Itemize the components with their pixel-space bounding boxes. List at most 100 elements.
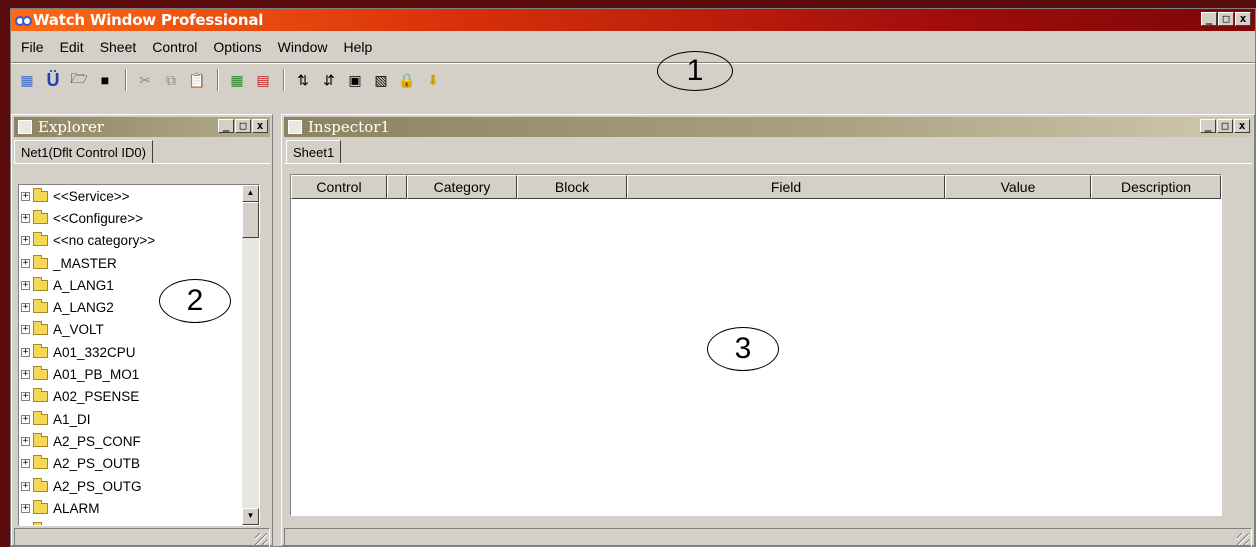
column-control[interactable]: Control bbox=[291, 175, 387, 199]
close-button[interactable]: x bbox=[1234, 119, 1250, 133]
folder-icon bbox=[33, 366, 48, 381]
tree-item[interactable]: +ALARM_HD bbox=[19, 519, 259, 525]
minimize-button[interactable]: _ bbox=[1201, 12, 1217, 26]
resize-grip-icon[interactable] bbox=[1237, 533, 1249, 545]
tree-item[interactable]: + A1_DI bbox=[19, 408, 259, 430]
menu-control[interactable]: Control bbox=[144, 39, 205, 55]
open-folder-icon[interactable]: 🗁 bbox=[67, 69, 91, 91]
copy-icon[interactable]: ⧉ bbox=[159, 69, 183, 91]
add-row-icon[interactable]: ▦ bbox=[225, 69, 249, 91]
explorer-icon bbox=[18, 120, 32, 134]
new-sheet-icon[interactable]: ▦ bbox=[15, 69, 39, 91]
tree-item[interactable]: + <<Service>> bbox=[19, 185, 259, 207]
cut-icon[interactable]: ✂ bbox=[133, 69, 157, 91]
menu-options[interactable]: Options bbox=[205, 39, 269, 55]
maximize-button[interactable]: □ bbox=[1218, 12, 1234, 26]
paste-icon[interactable]: 📋 bbox=[185, 69, 209, 91]
menu-bar: File Edit Sheet Control Options Window H… bbox=[11, 37, 380, 57]
menu-sheet[interactable]: Sheet bbox=[92, 39, 145, 55]
tree-item-label: A_LANG1 bbox=[53, 277, 114, 293]
tree-item[interactable]: + A01_332CPU bbox=[19, 341, 259, 363]
expand-icon[interactable]: + bbox=[21, 325, 30, 335]
expand-icon[interactable]: + bbox=[21, 503, 30, 513]
menu-help[interactable]: Help bbox=[335, 39, 380, 55]
menu-window[interactable]: Window bbox=[270, 39, 336, 55]
column-value[interactable]: Value bbox=[945, 175, 1091, 199]
folder-icon bbox=[33, 321, 48, 336]
minimize-button[interactable]: _ bbox=[218, 119, 234, 133]
scroll-down-button[interactable]: ▼ bbox=[242, 508, 259, 525]
folder-icon bbox=[33, 432, 48, 447]
tree-item[interactable]: + ALARM bbox=[19, 497, 259, 519]
save-icon[interactable]: ■ bbox=[93, 69, 117, 91]
lock-icon[interactable]: 🔒 bbox=[395, 69, 419, 91]
expand-icon[interactable]: + bbox=[21, 236, 30, 246]
scroll-up-button[interactable]: ▲ bbox=[242, 185, 259, 202]
expand-icon[interactable]: + bbox=[21, 436, 30, 446]
minimize-button[interactable]: _ bbox=[1200, 119, 1216, 133]
tree-item-label: A1_DI bbox=[53, 411, 91, 427]
download-icon[interactable]: ⬇ bbox=[421, 69, 445, 91]
folder-icon bbox=[33, 522, 42, 525]
tree-item-label: A2_PS_OUTB bbox=[53, 456, 141, 472]
explorer-status-bar bbox=[14, 528, 270, 547]
expand-icon[interactable]: + bbox=[21, 347, 30, 357]
column-blank[interactable] bbox=[387, 175, 407, 199]
tree-item[interactable]: + <<Configure>> bbox=[19, 207, 259, 229]
column-category[interactable]: Category bbox=[407, 175, 517, 199]
connect-icon[interactable]: Ü bbox=[41, 69, 65, 91]
scroll-thumb[interactable] bbox=[242, 202, 259, 238]
tree-item-label: A01_PB_MO1 bbox=[53, 367, 140, 383]
column-field[interactable]: Field bbox=[627, 175, 945, 199]
tree-item[interactable]: + A2_PS_OUTG bbox=[19, 475, 259, 497]
expand-icon[interactable]: + bbox=[21, 392, 30, 402]
tree-item-label: A2_PS_OUTG bbox=[53, 478, 142, 494]
expand-icon[interactable]: + bbox=[21, 414, 30, 424]
tab-sheet1[interactable]: Sheet1 bbox=[286, 140, 342, 164]
expand-icon[interactable]: + bbox=[21, 258, 30, 268]
close-button[interactable]: x bbox=[252, 119, 268, 133]
tree-item-label: A2_PS_CONF bbox=[53, 433, 141, 449]
column-description[interactable]: Description bbox=[1091, 175, 1221, 199]
tree-item[interactable]: + A02_PSENSE bbox=[19, 386, 259, 408]
column-block[interactable]: Block bbox=[517, 175, 627, 199]
sort-ascending-icon[interactable]: ⇅ bbox=[291, 69, 315, 91]
tree-item[interactable]: + A2_PS_CONF bbox=[19, 430, 259, 452]
app-icon bbox=[15, 13, 32, 27]
expand-icon[interactable]: + bbox=[21, 280, 30, 290]
tree-item-label: A02_PSENSE bbox=[53, 389, 140, 405]
tree-item-label: ALARM bbox=[53, 500, 100, 516]
delete-row-icon[interactable]: ▤ bbox=[251, 69, 275, 91]
maximize-button[interactable]: □ bbox=[1217, 119, 1233, 133]
expand-icon[interactable]: + bbox=[21, 191, 30, 201]
toolbar-separator bbox=[283, 69, 285, 91]
tree-item[interactable]: + _MASTER bbox=[19, 252, 259, 274]
tree-item[interactable]: + <<no category>> bbox=[19, 230, 259, 252]
read-data-icon[interactable]: ▧ bbox=[369, 69, 393, 91]
expand-icon[interactable]: + bbox=[21, 370, 30, 380]
tab-baseline bbox=[14, 163, 270, 164]
tree-item[interactable]: + A01_PB_MO1 bbox=[19, 363, 259, 385]
tree-item-label: ALARM_HD bbox=[53, 523, 127, 525]
tree-item[interactable]: + A_VOLT bbox=[19, 319, 259, 341]
inspector-title: Inspector1 bbox=[308, 118, 390, 136]
tree-scrollbar[interactable]: ▲ ▼ bbox=[242, 185, 259, 525]
explorer-title-bar[interactable]: Explorer _ □ x bbox=[14, 117, 270, 137]
save-data-icon[interactable]: ▣ bbox=[343, 69, 367, 91]
tab-net1[interactable]: Net1(Dflt Control ID0) bbox=[14, 140, 153, 164]
callout-2: 2 bbox=[159, 279, 231, 323]
close-button[interactable]: x bbox=[1235, 12, 1251, 26]
maximize-button[interactable]: □ bbox=[235, 119, 251, 133]
expand-icon[interactable]: + bbox=[21, 459, 30, 469]
expand-icon[interactable]: + bbox=[21, 303, 30, 313]
expand-icon[interactable]: + bbox=[21, 213, 30, 223]
folder-icon bbox=[33, 388, 48, 403]
expand-icon[interactable]: + bbox=[21, 481, 30, 491]
resize-grip-icon[interactable] bbox=[255, 533, 267, 545]
tree-item[interactable]: + A2_PS_OUTB bbox=[19, 453, 259, 475]
menu-file[interactable]: File bbox=[13, 39, 52, 55]
title-bar[interactable]: Watch Window Professional _ □ x bbox=[11, 9, 1255, 31]
inspector-title-bar[interactable]: Inspector1 _ □ x bbox=[284, 117, 1252, 137]
sort-descending-icon[interactable]: ⇵ bbox=[317, 69, 341, 91]
menu-edit[interactable]: Edit bbox=[52, 39, 92, 55]
